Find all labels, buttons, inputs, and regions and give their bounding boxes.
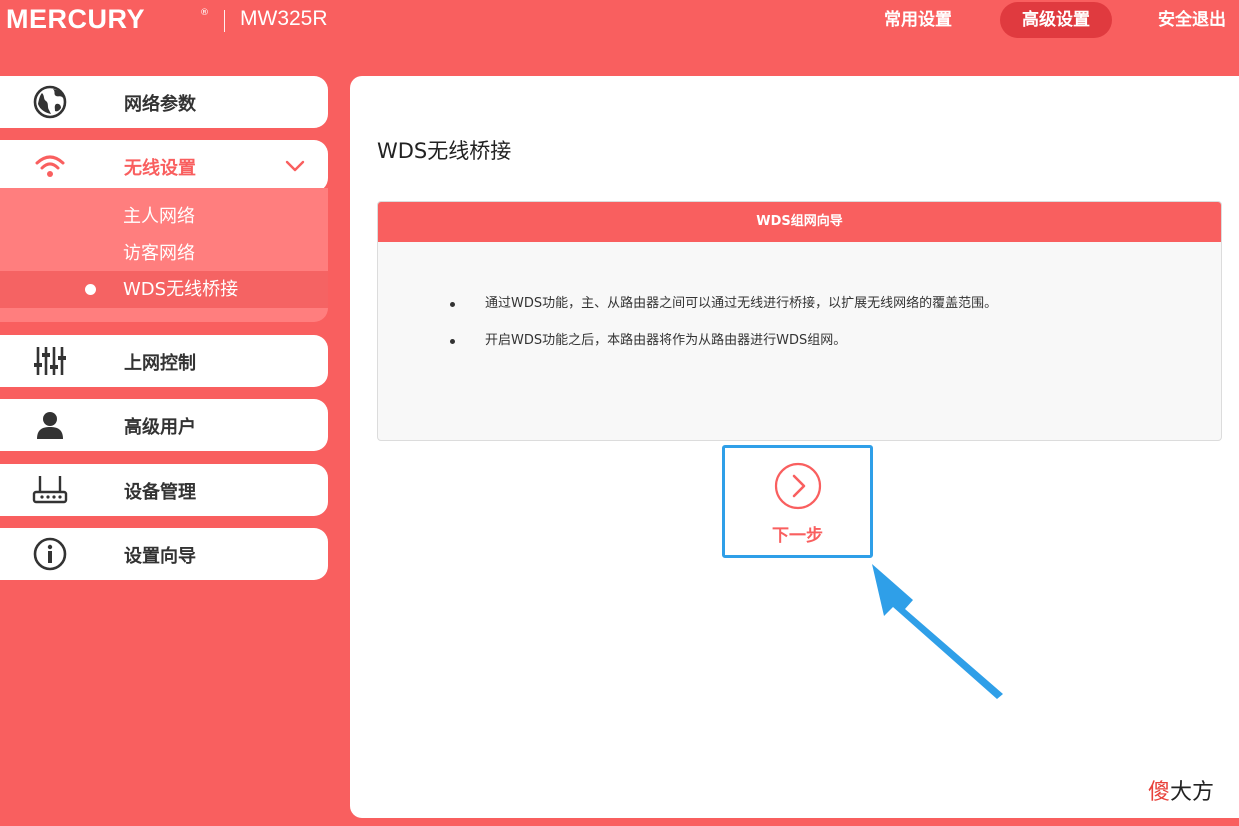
model-name: MW325R: [240, 7, 328, 30]
submenu-item-wds-bridge[interactable]: WDS无线桥接: [0, 271, 328, 308]
wireless-submenu: 主人网络 访客网络 WDS无线桥接: [0, 188, 328, 322]
sidebar-item-label: 上网控制: [124, 353, 196, 374]
list-item: 通过WDS功能，主、从路由器之间可以通过无线进行桥接，以扩展无线网络的覆盖范围。: [378, 292, 1221, 329]
top-header: MERCURY ® MW325R 常用设置 高级设置 安全退出: [0, 0, 1239, 44]
sidebar-item-label: 无线设置: [124, 158, 196, 179]
sidebar-item-device-management[interactable]: 设备管理: [0, 464, 328, 516]
sidebar-item-network[interactable]: 网络参数: [0, 76, 328, 128]
submenu-item-guest-network[interactable]: 访客网络: [0, 235, 328, 272]
nav-advanced-settings[interactable]: 高级设置: [1000, 2, 1112, 38]
next-step-button[interactable]: 下一步: [722, 445, 873, 558]
sidebar-item-label: 网络参数: [124, 94, 196, 115]
next-step-label: 下一步: [772, 526, 823, 546]
wizard-bullet-list: 通过WDS功能，主、从路由器之间可以通过无线进行桥接，以扩展无线网络的覆盖范围。…: [378, 242, 1221, 366]
sidebar-item-label: 设备管理: [124, 482, 196, 503]
user-icon: [37, 412, 63, 439]
nav-common-settings[interactable]: 常用设置: [868, 2, 968, 38]
submenu-item-host-network[interactable]: 主人网络: [0, 198, 328, 235]
active-dot-icon: [85, 284, 96, 295]
page-title: WDS无线桥接: [377, 139, 512, 163]
sidebar-item-setup-wizard[interactable]: 设置向导: [0, 528, 328, 580]
sliders-icon: [34, 347, 66, 375]
info-icon: [33, 537, 67, 571]
router-icon: [32, 476, 68, 504]
brand-divider: [224, 10, 225, 32]
brand-registered-mark: ®: [200, 8, 209, 18]
sidebar-item-label: 设置向导: [124, 546, 196, 567]
list-item: 开启WDS功能之后，本路由器将作为从路由器进行WDS组网。: [378, 329, 1221, 366]
watermark: 傻大方: [1148, 780, 1215, 805]
wifi-icon: [35, 155, 65, 177]
submenu-item-label: WDS无线桥接: [123, 279, 239, 300]
sidebar-item-label: 高级用户: [124, 417, 196, 438]
sidebar-item-advanced-users[interactable]: 高级用户: [0, 399, 328, 451]
globe-icon: [33, 85, 67, 119]
chevron-right-circle-icon: [774, 462, 822, 510]
brand-logo: MERCURY: [6, 4, 146, 34]
wizard-header: WDS组网向导: [378, 202, 1221, 242]
wds-wizard-card: WDS组网向导 通过WDS功能，主、从路由器之间可以通过无线进行桥接，以扩展无线…: [377, 201, 1222, 441]
nav-logout[interactable]: 安全退出: [1142, 2, 1239, 38]
pointer-arrow-icon: [872, 564, 1003, 699]
main-panel: WDS无线桥接 WDS组网向导 通过WDS功能，主、从路由器之间可以通过无线进行…: [350, 76, 1239, 818]
sidebar-item-wireless[interactable]: 无线设置: [0, 140, 328, 192]
sidebar-item-internet-control[interactable]: 上网控制: [0, 335, 328, 387]
chevron-down-icon[interactable]: [284, 156, 306, 176]
